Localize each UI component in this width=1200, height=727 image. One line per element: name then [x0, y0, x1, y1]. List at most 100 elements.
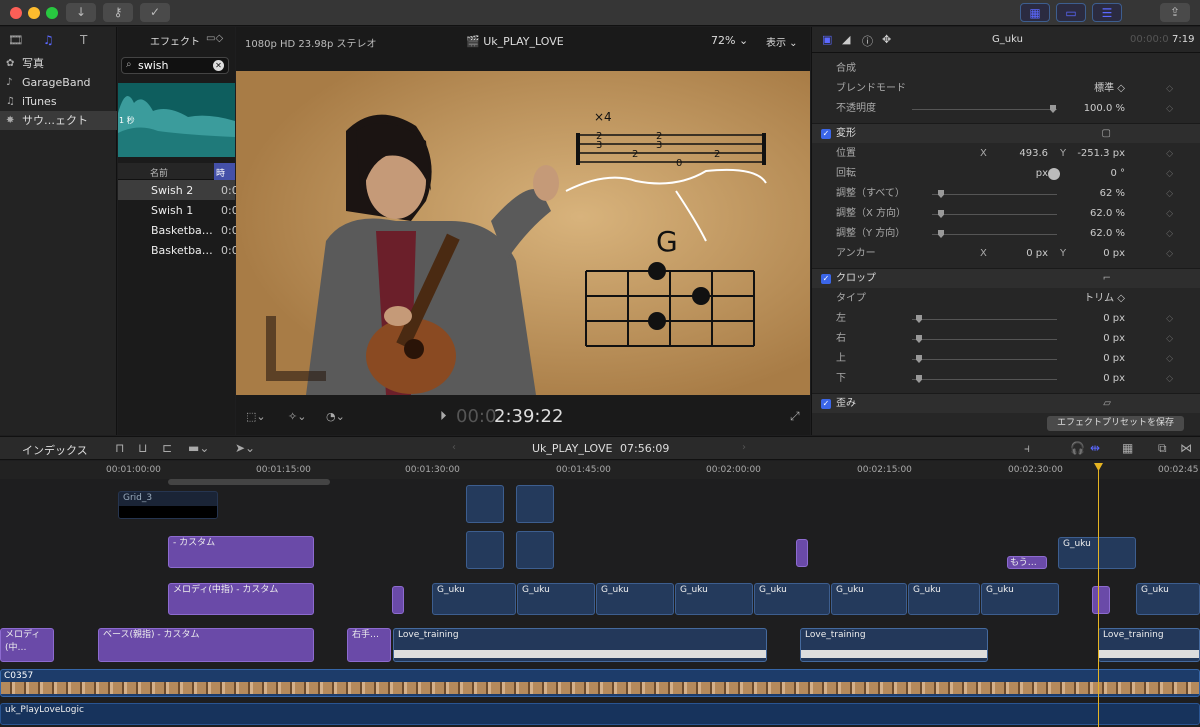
- rotation-dial[interactable]: [1048, 168, 1060, 180]
- anchor-y-value[interactable]: 0 px: [1103, 244, 1125, 264]
- clip-appearance-icon[interactable]: ▦: [1122, 441, 1133, 455]
- timeline-clip[interactable]: G_uku: [596, 583, 674, 615]
- keyframe-icon[interactable]: ◇: [1166, 349, 1173, 369]
- column-time[interactable]: 時間: [214, 163, 235, 192]
- keyframe-icon[interactable]: ◇: [1166, 244, 1173, 264]
- timeline-clip[interactable]: [516, 531, 554, 569]
- slider-knob[interactable]: [1050, 105, 1056, 113]
- timeline-clip[interactable]: G_uku: [432, 583, 516, 615]
- save-effect-preset-button[interactable]: エフェクトプリセットを保存: [1047, 416, 1184, 431]
- fullscreen-icon[interactable]: ⤢: [790, 409, 800, 424]
- view-menu[interactable]: 表示 ⌄: [766, 34, 798, 49]
- crop-left-slider[interactable]: [912, 315, 1057, 323]
- play-icon[interactable]: ⏵: [440, 409, 447, 424]
- slider-knob[interactable]: [916, 355, 922, 363]
- list-item[interactable]: Basketba… 0:0: [118, 220, 239, 240]
- list-item[interactable]: Basketba… 0:0: [118, 240, 239, 260]
- titles-icon[interactable]: T: [80, 33, 87, 47]
- opacity-value[interactable]: 100.0 %: [1084, 99, 1125, 119]
- keyframe-icon[interactable]: ◇: [1166, 369, 1173, 389]
- headphones-icon[interactable]: 🎧: [1070, 441, 1085, 455]
- transform-onscreen-icon[interactable]: ▢: [1102, 124, 1111, 144]
- list-item[interactable]: Swish 2 0:0: [118, 180, 239, 200]
- slider-knob[interactable]: [938, 210, 944, 218]
- primary-storyline-clip[interactable]: C0357: [0, 669, 1200, 697]
- crop-checkbox[interactable]: ✓: [821, 274, 831, 284]
- timeline-clip[interactable]: G_uku: [831, 583, 907, 615]
- show-timeline-button[interactable]: ▭: [1056, 3, 1086, 22]
- import-button[interactable]: ↓: [66, 3, 96, 22]
- timeline-clip[interactable]: G_uku: [981, 583, 1059, 615]
- color-inspector-icon[interactable]: ◢: [842, 33, 850, 46]
- keyframe-icon[interactable]: ◇: [1166, 164, 1173, 184]
- connect-clip-icon[interactable]: ⊓: [115, 441, 124, 455]
- folder-icon[interactable]: ▭◇: [206, 33, 223, 44]
- library-item-photos[interactable]: ✿ 写真: [0, 54, 117, 73]
- clear-search-icon[interactable]: ✕: [213, 60, 224, 71]
- transform-checkbox[interactable]: ✓: [821, 129, 831, 139]
- range-bar[interactable]: [168, 479, 330, 485]
- timeline-clip[interactable]: Love_training: [800, 628, 988, 662]
- snapping-icon[interactable]: ⇹: [1090, 441, 1100, 455]
- video-inspector-icon[interactable]: ▣: [822, 33, 832, 46]
- crop-onscreen-icon[interactable]: ⌐: [1103, 269, 1111, 289]
- anchor-x-value[interactable]: 0 px: [1012, 244, 1048, 264]
- zoom-window-button[interactable]: [46, 7, 58, 19]
- crop-left-value[interactable]: 0 px: [1103, 309, 1125, 329]
- crop-right-value[interactable]: 0 px: [1103, 329, 1125, 349]
- distort-checkbox[interactable]: ✓: [821, 399, 831, 409]
- scale-all-value[interactable]: 62 %: [1100, 184, 1125, 204]
- keywords-button[interactable]: ⚷: [103, 3, 133, 22]
- rotation-value[interactable]: 0 °: [1110, 164, 1125, 184]
- timeline-clip[interactable]: Love_training: [393, 628, 767, 662]
- video-frame[interactable]: ×4 2323220 G: [236, 71, 810, 395]
- timeline-clip[interactable]: G_uku: [675, 583, 753, 615]
- speed-icon[interactable]: ◔⌄: [326, 410, 345, 423]
- index-button[interactable]: インデックス: [22, 442, 88, 458]
- timeline-ruler[interactable]: 00:01:00:00 00:01:15:00 00:01:30:00 00:0…: [0, 461, 1200, 479]
- share-info-icon[interactable]: ✥: [882, 33, 891, 46]
- share-button[interactable]: ⇪: [1160, 3, 1190, 22]
- slider-knob[interactable]: [938, 230, 944, 238]
- search-input[interactable]: ⌕ swish ✕: [121, 57, 229, 74]
- transform-section[interactable]: ✓ 変形 ▢: [812, 123, 1200, 143]
- blend-mode-select[interactable]: 標準 ◇: [1094, 79, 1125, 99]
- timeline-clip[interactable]: - カスタム: [168, 536, 314, 568]
- background-tasks-button[interactable]: ✓: [140, 3, 170, 22]
- distort-onscreen-icon[interactable]: ▱: [1103, 394, 1111, 414]
- effects-browser-icon[interactable]: ⧉: [1158, 441, 1167, 456]
- close-window-button[interactable]: [10, 7, 22, 19]
- timeline-clip[interactable]: G_uku: [754, 583, 830, 615]
- timeline-clip[interactable]: [392, 586, 404, 614]
- transitions-browser-icon[interactable]: ⋈: [1180, 441, 1192, 455]
- media-icon[interactable]: 🎞: [8, 33, 23, 47]
- keyframe-icon[interactable]: ◇: [1166, 184, 1173, 204]
- crop-bottom-value[interactable]: 0 px: [1103, 369, 1125, 389]
- show-browser-button[interactable]: ▦: [1020, 3, 1050, 22]
- timeline-clip[interactable]: メロディ(中…: [0, 628, 54, 662]
- crop-top-value[interactable]: 0 px: [1103, 349, 1125, 369]
- waveform-thumbnail[interactable]: 1 秒: [118, 83, 235, 157]
- timeline-clip[interactable]: Love_training: [1098, 628, 1200, 662]
- scale-x-slider[interactable]: [932, 210, 1057, 218]
- crop-type-select[interactable]: トリム ◇: [1084, 289, 1125, 309]
- keyframe-icon[interactable]: ◇: [1166, 309, 1173, 329]
- browser-title[interactable]: エフェクト: [150, 33, 200, 48]
- timeline-clip[interactable]: [796, 539, 808, 567]
- back-icon[interactable]: ‹: [452, 442, 456, 453]
- scale-y-value[interactable]: 62.0 %: [1090, 224, 1125, 244]
- slider-knob[interactable]: [916, 335, 922, 343]
- slider-knob[interactable]: [916, 375, 922, 383]
- slider-knob[interactable]: [938, 190, 944, 198]
- crop-bottom-slider[interactable]: [912, 375, 1057, 383]
- keyframe-icon[interactable]: ◇: [1166, 144, 1173, 164]
- select-tool-icon[interactable]: ➤⌄: [235, 441, 255, 455]
- opacity-slider[interactable]: [912, 105, 1057, 113]
- column-name[interactable]: 名前: [150, 166, 168, 179]
- position-y-value[interactable]: -251.3 px: [1077, 144, 1125, 164]
- scale-x-value[interactable]: 62.0 %: [1090, 204, 1125, 224]
- timeline-clip[interactable]: G_uku: [517, 583, 595, 615]
- timeline-clip[interactable]: G_uku: [1136, 583, 1200, 615]
- append-clip-icon[interactable]: ⊏: [162, 441, 172, 455]
- list-item[interactable]: Swish 1 0:0: [118, 200, 239, 220]
